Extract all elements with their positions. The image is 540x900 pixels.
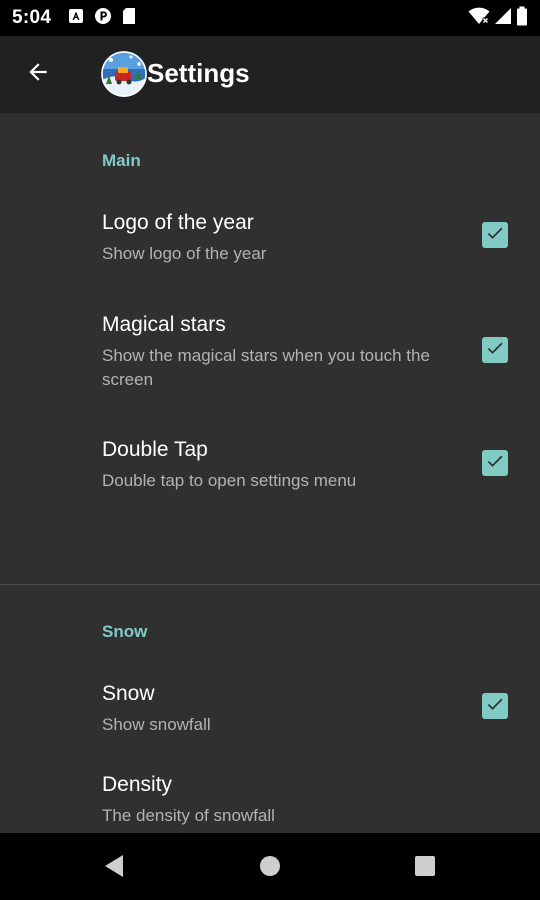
check-icon (485, 223, 505, 248)
app-bar: Settings (0, 36, 540, 113)
pref-title: Snow (102, 682, 155, 705)
pref-magical-stars[interactable]: Magical stars Show the magical stars whe… (0, 313, 540, 399)
back-triangle-icon (102, 853, 126, 884)
nav-home-button[interactable] (253, 851, 287, 885)
pref-title: Double Tap (102, 438, 208, 461)
nav-back-button[interactable] (97, 851, 131, 885)
check-icon (485, 694, 505, 719)
nav-recents-button[interactable] (408, 851, 442, 885)
home-circle-icon (259, 855, 281, 882)
check-icon (485, 338, 505, 363)
pref-logo-of-the-year[interactable]: Logo of the year Show logo of the year (0, 211, 540, 273)
category-divider (0, 584, 540, 585)
app-logo-icon (101, 51, 147, 97)
category-title-snow: Snow (102, 622, 148, 641)
pref-summary: Double tap to open settings menu (102, 471, 357, 490)
system-status-icons (468, 6, 528, 30)
pref-summary: The density of snowfall (102, 806, 275, 825)
checkbox-magical-stars[interactable] (482, 337, 508, 363)
signal-icon (494, 7, 512, 30)
pref-snow[interactable]: Snow Show snowfall (0, 682, 540, 744)
back-button[interactable] (16, 52, 60, 96)
pref-title: Magical stars (102, 313, 226, 336)
pref-summary: Show snowfall (102, 715, 211, 734)
navigation-bar (0, 833, 540, 900)
pref-title: Logo of the year (102, 211, 254, 234)
category-title-main: Main (102, 151, 141, 170)
checkbox-logo-of-the-year[interactable] (482, 222, 508, 248)
page-title: Settings (147, 58, 250, 88)
pref-summary: Show logo of the year (102, 244, 267, 263)
p-icon (94, 7, 112, 30)
pref-double-tap[interactable]: Double Tap Double tap to open settings m… (0, 438, 540, 500)
settings-screen: 5:04 Settings Main Logo of the year Show… (0, 0, 540, 900)
pref-density[interactable]: Density The density of snowfall (0, 773, 540, 833)
wifi-icon (468, 7, 490, 30)
status-bar: 5:04 (0, 0, 540, 36)
status-time: 5:04 (12, 7, 52, 28)
notification-icons (68, 7, 136, 30)
sd-card-icon (122, 7, 136, 30)
battery-icon (516, 6, 528, 31)
checkbox-double-tap[interactable] (482, 450, 508, 476)
pref-summary: Show the magical stars when you touch th… (102, 346, 430, 389)
a-icon (68, 8, 84, 29)
arrow-back-icon (25, 59, 51, 90)
pref-title: Density (102, 773, 173, 796)
check-icon (485, 451, 505, 476)
checkbox-snow[interactable] (482, 693, 508, 719)
recents-square-icon (414, 855, 436, 882)
settings-list: Main Logo of the year Show logo of the y… (0, 113, 540, 833)
